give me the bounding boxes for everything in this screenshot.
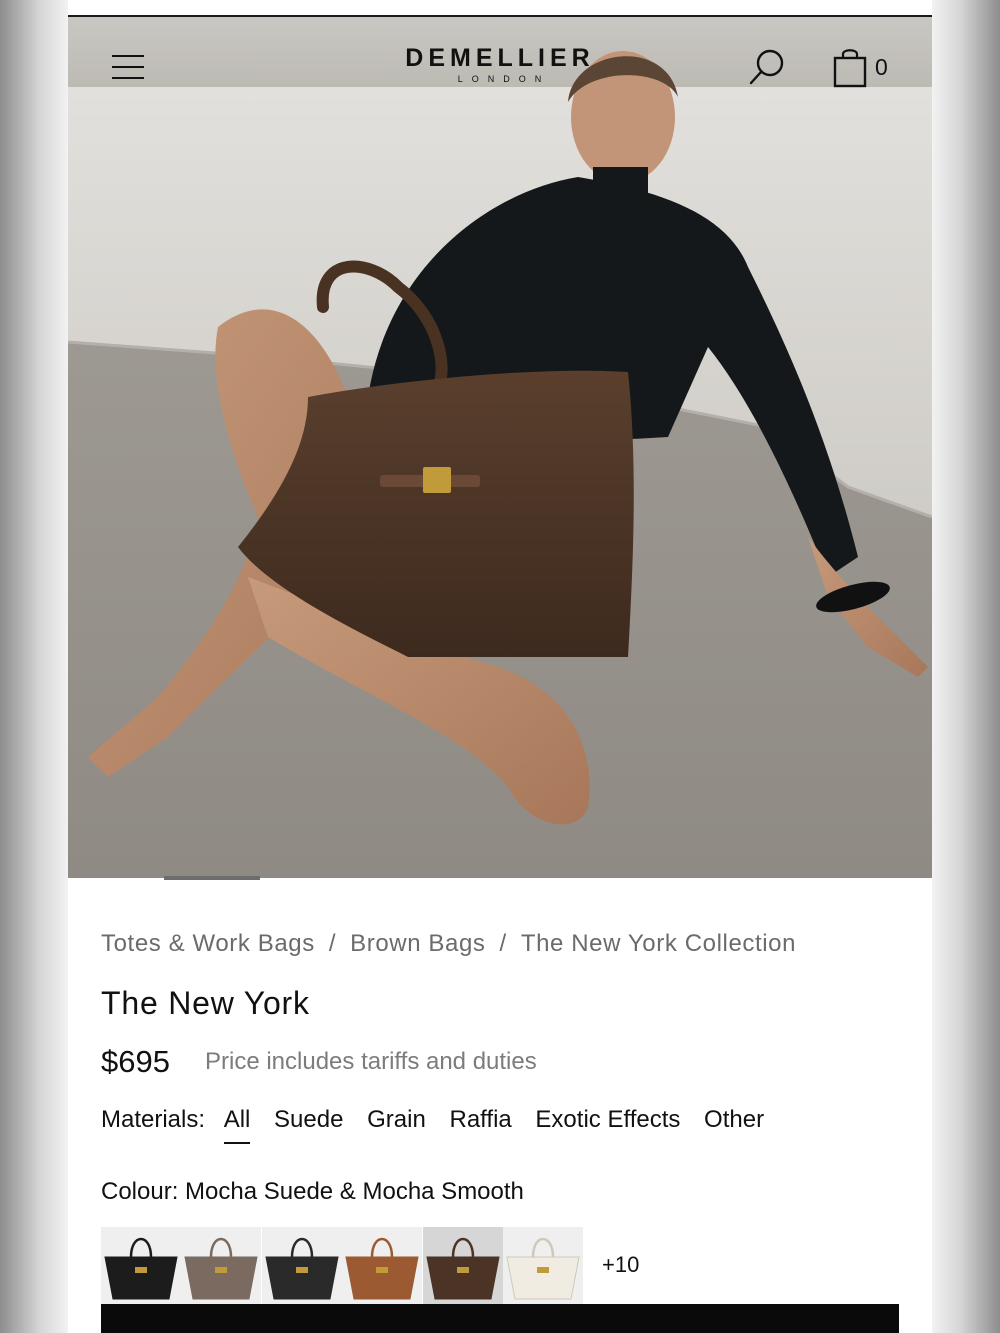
product-page: DEMELLIER LONDON 0 Totes & Work Bags / Bro… [68, 0, 932, 1333]
material-option-raffia[interactable]: Raffia [449, 1106, 511, 1134]
colour-label: Colour: Mocha Suede & Mocha Smooth [101, 1178, 524, 1205]
colour-swatches [101, 1227, 583, 1304]
colour-swatch-black[interactable] [101, 1227, 181, 1304]
breadcrumb-separator: / [328, 930, 337, 957]
tote-thumbnail [345, 1237, 419, 1300]
colour-swatch-tan[interactable] [342, 1227, 423, 1304]
tote-thumbnail [104, 1237, 178, 1300]
product-hero-image[interactable] [68, 17, 932, 878]
tote-thumbnail [425, 1237, 500, 1300]
menu-icon[interactable] [108, 51, 148, 83]
price-note: Price includes tariffs and duties [205, 1048, 537, 1075]
tote-thumbnail [265, 1237, 339, 1300]
search-icon[interactable] [748, 47, 788, 87]
brand-tagline: LONDON [457, 74, 551, 84]
product-price: $695 [101, 1044, 170, 1079]
cart-button[interactable]: 0 [832, 47, 896, 89]
colour-swatch-cream[interactable] [502, 1227, 583, 1304]
gallery-pager-indicator[interactable] [164, 876, 260, 880]
tote-thumbnail [184, 1237, 258, 1300]
brand-logo[interactable]: DEMELLIER LONDON [368, 43, 632, 85]
breadcrumb-item-totes[interactable]: Totes & Work Bags [101, 930, 315, 957]
more-colours-link[interactable]: +10 [602, 1252, 639, 1278]
material-option-exotic-effects[interactable]: Exotic Effects [535, 1106, 680, 1134]
colour-swatch-grey-taupe[interactable] [181, 1227, 262, 1304]
breadcrumb: Totes & Work Bags / Brown Bags / The New Yor… [101, 930, 796, 958]
colour-swatch-black-croc[interactable] [261, 1227, 342, 1304]
material-option-grain[interactable]: Grain [367, 1106, 426, 1134]
breadcrumb-item-brown-bags[interactable]: Brown Bags [350, 930, 485, 957]
add-to-bag-button[interactable] [101, 1304, 899, 1333]
site-header: DEMELLIER LONDON 0 [68, 17, 932, 117]
material-option-all[interactable]: All [223, 1106, 250, 1144]
top-rule [68, 0, 932, 17]
breadcrumb-separator: / [499, 930, 507, 957]
materials-label: Materials: [101, 1106, 206, 1133]
product-title: The New York [101, 985, 310, 1021]
hero-photo [68, 17, 932, 878]
material-option-other[interactable]: Other [704, 1106, 764, 1134]
colour-swatch-mocha[interactable] [422, 1227, 503, 1304]
shopping-bag-icon [833, 49, 867, 88]
material-option-suede[interactable]: Suede [274, 1106, 343, 1134]
materials-filter: Materials: All Suede Grain Raffia Exotic… [101, 1106, 781, 1144]
cart-count: 0 [875, 54, 888, 80]
tote-thumbnail [506, 1237, 580, 1300]
breadcrumb-item-collection[interactable]: The New York Collection [521, 930, 796, 957]
brand-name: DEMELLIER [405, 44, 595, 72]
